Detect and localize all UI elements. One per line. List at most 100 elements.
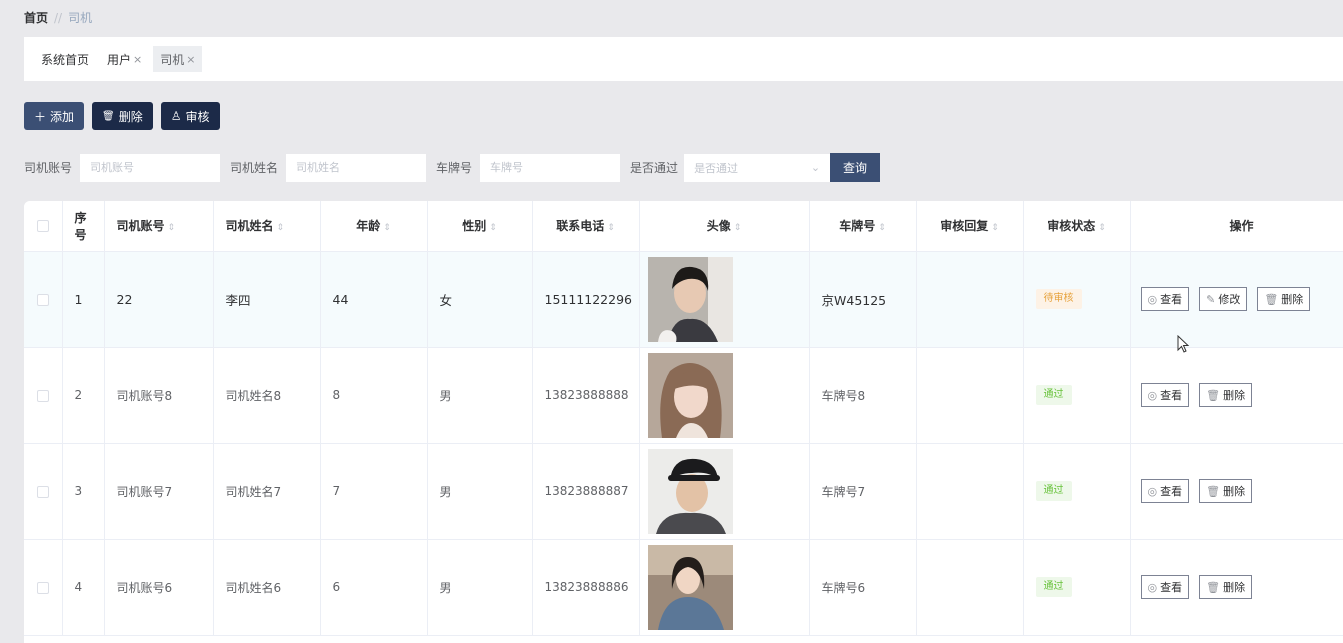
- header-index: 序号: [62, 201, 105, 252]
- header-age[interactable]: 年龄 ⇕: [320, 201, 428, 252]
- plus-icon: ＋: [34, 109, 47, 124]
- delete-row-button[interactable]: 🗑 删除: [1257, 287, 1311, 311]
- sort-icon[interactable]: ⇕: [878, 223, 886, 233]
- view-button[interactable]: ◎ 查看: [1140, 479, 1190, 503]
- delete-row-button[interactable]: 🗑 删除: [1199, 383, 1253, 407]
- tabs-bar: 系统首页 用户 × 司机 ×: [24, 37, 1343, 81]
- row-checkbox[interactable]: [24, 443, 63, 540]
- header-account[interactable]: 司机账号 ⇕: [104, 201, 214, 252]
- status-badge: 通过: [1035, 577, 1072, 597]
- row-checkbox[interactable]: [24, 347, 63, 444]
- edit-icon: ✎: [1206, 292, 1216, 306]
- add-button-label: 添加: [50, 109, 75, 124]
- table-row: 4 司机账号6 司机姓名6 6 男 13823888886 车牌号6 通过 ◎ …: [24, 539, 1343, 636]
- audit-button[interactable]: ♙ 审核: [160, 102, 220, 130]
- header-plate[interactable]: 车牌号 ⇕: [809, 201, 917, 252]
- trash-icon: 🗑: [102, 110, 115, 122]
- mouse-pointer-icon: [1177, 335, 1190, 353]
- sort-icon[interactable]: ⇕: [168, 223, 176, 233]
- avatar-photo[interactable]: [647, 256, 733, 342]
- delete-row-button[interactable]: 🗑 删除: [1199, 575, 1253, 599]
- breadcrumb-home[interactable]: 首页: [24, 9, 48, 26]
- status-badge: 待审核: [1035, 289, 1082, 309]
- cell-actions: ◎ 查看 ✎ 修改 🗑 删除: [1130, 251, 1343, 348]
- delete-row-button[interactable]: 🗑 删除: [1199, 479, 1253, 503]
- tab-label: 用户: [107, 52, 132, 67]
- cell-phone: 13823888886: [532, 539, 640, 636]
- cell-reply: [916, 539, 1024, 636]
- cell-index: 3: [62, 443, 105, 540]
- cell-plate: 车牌号6: [809, 539, 917, 636]
- cell-avatar: [639, 539, 810, 636]
- cell-status: 通过: [1023, 443, 1131, 540]
- breadcrumb-separator: //: [54, 10, 63, 25]
- tab-users[interactable]: 用户 ×: [100, 46, 149, 72]
- cell-reply: [916, 347, 1024, 444]
- header-avatar[interactable]: 头像 ⇕: [639, 201, 810, 252]
- sort-icon[interactable]: ⇕: [277, 223, 285, 233]
- edit-button[interactable]: ✎ 修改: [1199, 287, 1248, 311]
- avatar-photo[interactable]: [647, 352, 733, 438]
- tab-drivers[interactable]: 司机 ×: [153, 46, 203, 72]
- passed-select[interactable]: 是否通过 ⌄: [684, 153, 831, 182]
- view-button[interactable]: ◎ 查看: [1140, 383, 1190, 407]
- tab-system-home[interactable]: 系统首页: [34, 46, 96, 72]
- eye-icon: ◎: [1147, 580, 1158, 594]
- header-phone[interactable]: 联系电话 ⇕: [532, 201, 640, 252]
- query-button[interactable]: 查询: [830, 153, 881, 182]
- table-row: 2 司机账号8 司机姓名8 8 男 13823888888 车牌号8 通过 ◎ …: [24, 347, 1343, 444]
- cell-gender: 男: [427, 347, 533, 444]
- select-all-checkbox[interactable]: [24, 201, 63, 252]
- passed-label: 是否通过: [630, 161, 679, 175]
- cell-phone: 13823888888: [532, 347, 640, 444]
- header-gender[interactable]: 性别 ⇕: [427, 201, 533, 252]
- breadcrumb-current: 司机: [68, 11, 93, 25]
- audit-button-label: 审核: [185, 109, 210, 124]
- cell-status: 通过: [1023, 539, 1131, 636]
- delete-button-label: 删除: [118, 109, 143, 124]
- eye-icon: ◎: [1147, 292, 1158, 306]
- table-row: 1 22 李四 44 女 15111122296 京W45125 待审核 ◎ 查…: [24, 251, 1343, 348]
- row-checkbox[interactable]: [24, 539, 63, 636]
- view-button[interactable]: ◎ 查看: [1140, 287, 1190, 311]
- tab-label: 司机: [160, 52, 185, 67]
- status-badge: 通过: [1035, 481, 1072, 501]
- table-header-row: 序号 司机账号 ⇕ 司机姓名 ⇕ 年龄 ⇕ 性别 ⇕ 联系电话 ⇕ 头像 ⇕ 车牌号 ⇕ 审核…: [24, 201, 1343, 252]
- account-search-input[interactable]: [80, 153, 221, 182]
- plate-label: 车牌号: [436, 161, 473, 175]
- close-icon[interactable]: ×: [133, 53, 142, 66]
- sort-icon[interactable]: ⇕: [607, 223, 615, 233]
- status-badge: 通过: [1035, 385, 1072, 405]
- cell-gender: 男: [427, 443, 533, 540]
- sort-icon[interactable]: ⇕: [991, 223, 999, 233]
- row-checkbox[interactable]: [24, 251, 63, 348]
- add-button[interactable]: ＋ 添加: [24, 102, 85, 130]
- sort-icon[interactable]: ⇕: [489, 223, 497, 233]
- header-status[interactable]: 审核状态 ⇕: [1023, 201, 1131, 252]
- avatar-photo[interactable]: [647, 544, 733, 630]
- tab-label: 系统首页: [41, 52, 90, 67]
- name-search-input[interactable]: [286, 153, 427, 182]
- name-label: 司机姓名: [230, 161, 279, 175]
- view-button[interactable]: ◎ 查看: [1140, 575, 1190, 599]
- sort-icon[interactable]: ⇕: [383, 223, 391, 233]
- close-icon[interactable]: ×: [186, 53, 195, 66]
- cell-account: 司机账号7: [104, 443, 214, 540]
- cell-age: 8: [320, 347, 428, 444]
- cell-plate: 京W45125: [809, 251, 917, 348]
- account-label: 司机账号: [24, 161, 73, 175]
- trash-icon: 🗑: [1264, 292, 1279, 306]
- header-reply[interactable]: 审核回复 ⇕: [916, 201, 1024, 252]
- delete-button[interactable]: 🗑 删除: [92, 102, 153, 130]
- avatar-photo[interactable]: [647, 448, 733, 534]
- cell-account: 司机账号6: [104, 539, 214, 636]
- sort-icon[interactable]: ⇕: [1098, 223, 1106, 233]
- cell-age: 44: [320, 251, 428, 348]
- sort-icon[interactable]: ⇕: [734, 223, 742, 233]
- eye-icon: ◎: [1147, 388, 1158, 402]
- plate-search-input[interactable]: [480, 153, 621, 182]
- cell-gender: 男: [427, 539, 533, 636]
- cell-account: 22: [104, 251, 214, 348]
- cell-reply: [916, 443, 1024, 540]
- header-name[interactable]: 司机姓名 ⇕: [213, 201, 321, 252]
